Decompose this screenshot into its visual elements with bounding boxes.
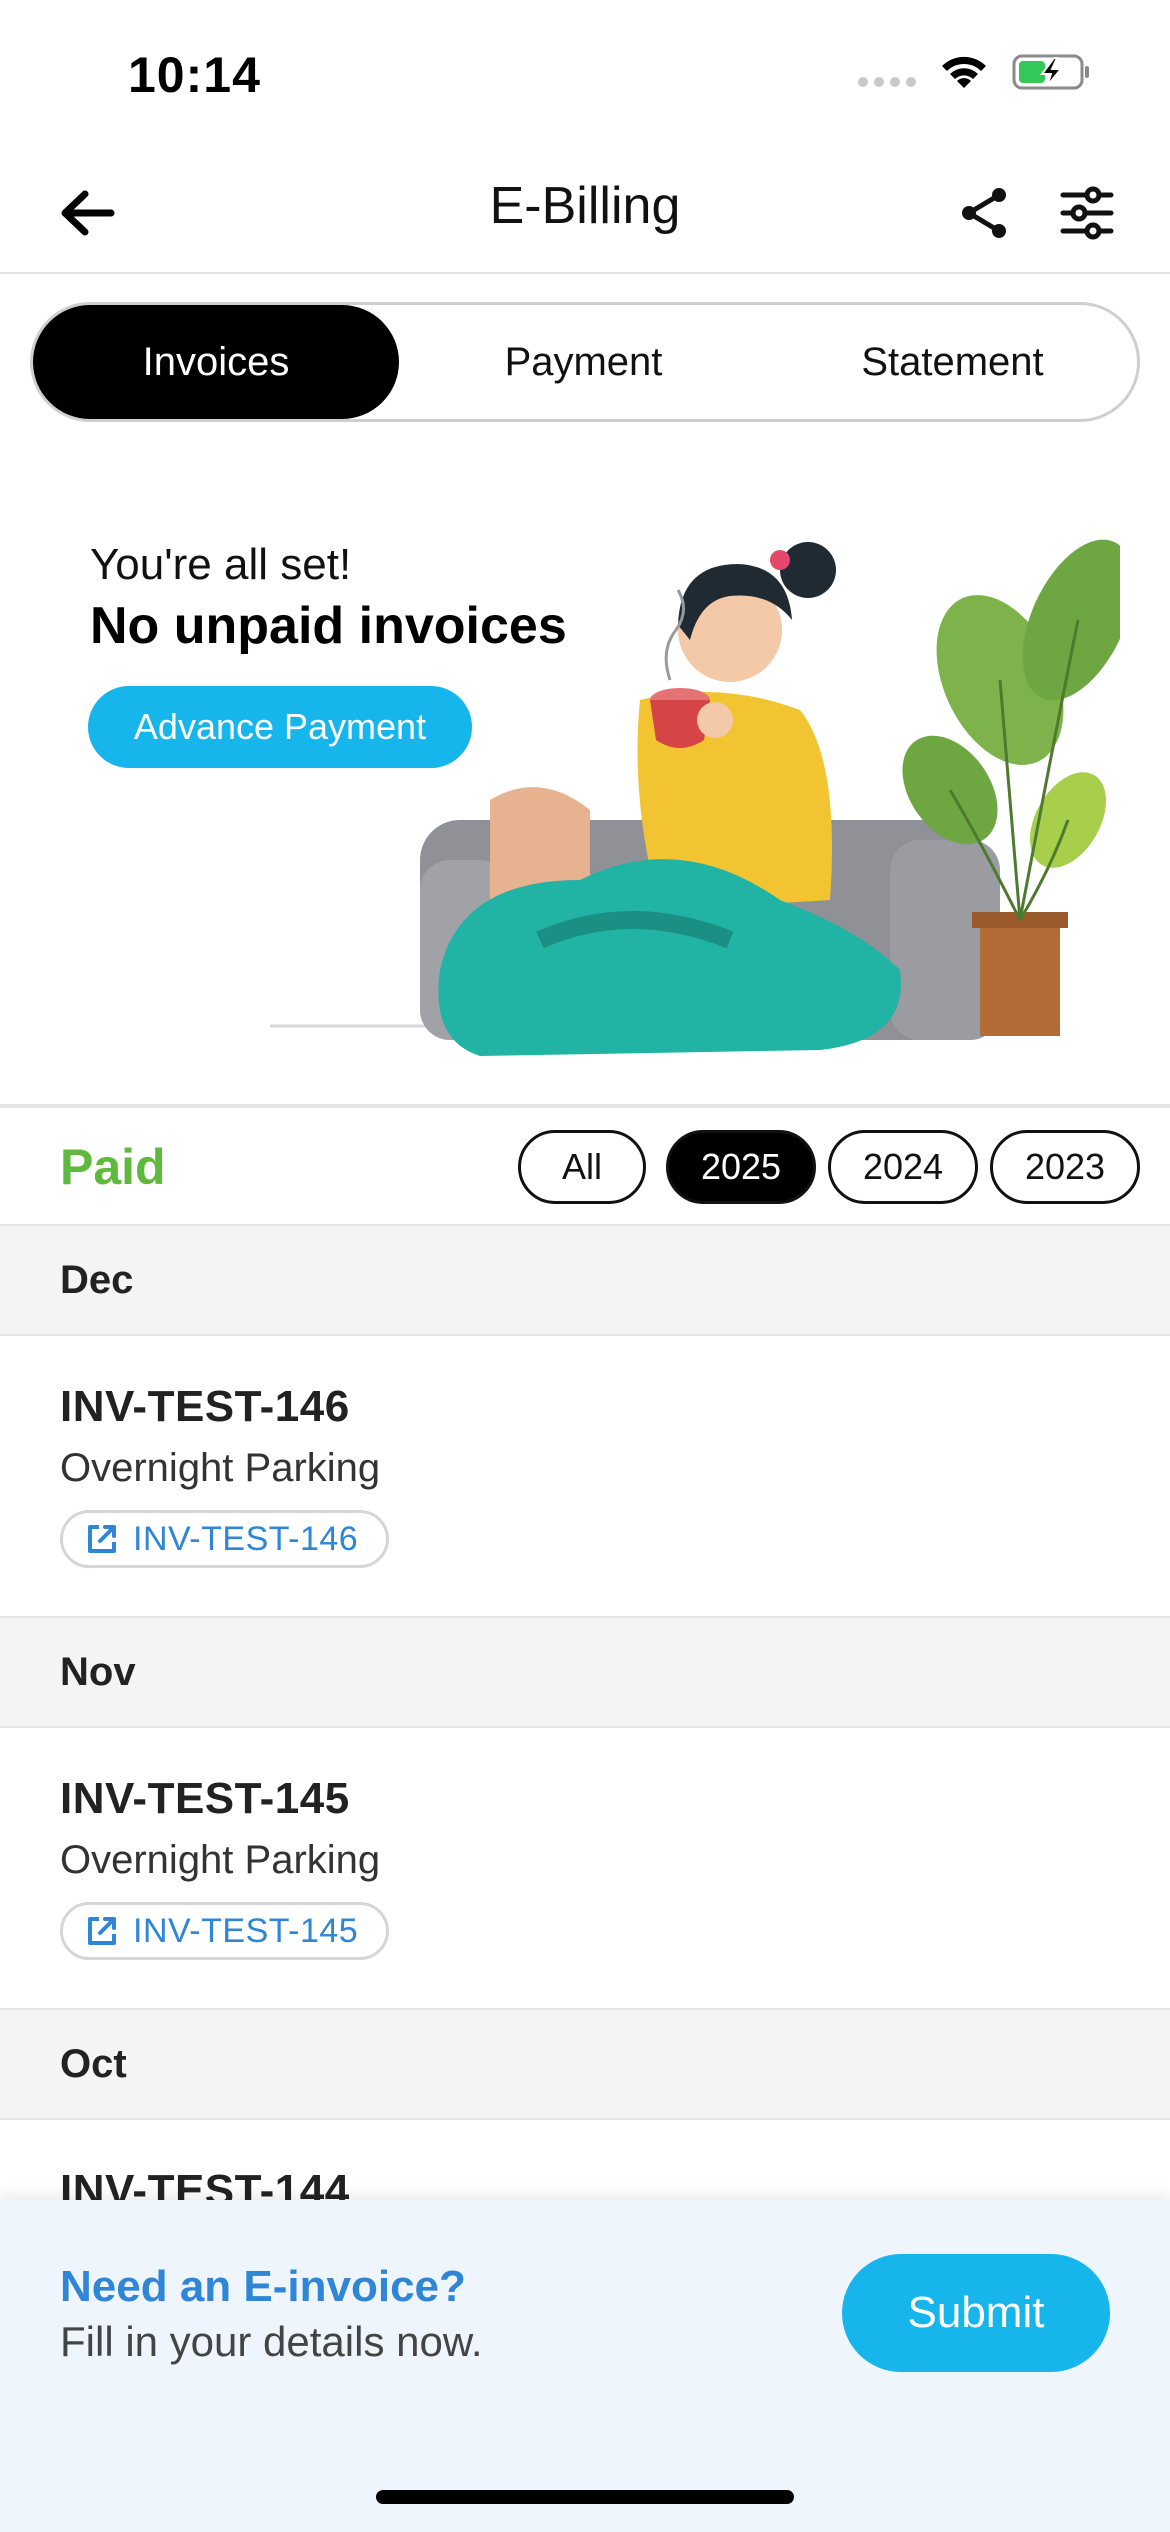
cellular-signal-icon: [858, 77, 916, 87]
paid-label: Paid: [60, 1139, 166, 1195]
external-link-icon: [88, 1525, 116, 1553]
open-invoice-link[interactable]: INV-TEST-145: [60, 1902, 390, 1960]
invoice-description: Overnight Parking: [60, 1838, 381, 1882]
submit-button[interactable]: Submit: [842, 2254, 1110, 2372]
relaxing-woman-illustration: [270, 539, 1120, 1056]
status-bar: 10:14: [0, 0, 1170, 150]
einvoice-title: Need an E-invoice?: [60, 2262, 466, 2311]
filter-settings-button[interactable]: [1050, 176, 1124, 250]
status-time: 10:14: [128, 47, 261, 103]
home-indicator: [376, 2490, 794, 2504]
invoice-list-item[interactable]: INV-TEST-146 Overnight Parking INV-TEST-…: [0, 1336, 1170, 1616]
tab-statement[interactable]: Statement: [768, 305, 1137, 419]
open-invoice-link[interactable]: INV-TEST-146: [60, 1510, 390, 1568]
invoice-number: INV-TEST-145: [60, 1774, 350, 1823]
status-icons: [858, 52, 1092, 92]
einvoice-subtitle: Fill in your details now.: [60, 2318, 483, 2365]
external-link-icon: [88, 1917, 116, 1945]
einvoice-request-panel: Need an E-invoice? Fill in your details …: [0, 2200, 1170, 2532]
filter-all-pill[interactable]: All: [518, 1130, 646, 1204]
wifi-icon: [942, 56, 986, 88]
battery-charging-icon: [1012, 54, 1089, 90]
no-unpaid-hero: You're all set! No unpaid invoices Advan…: [0, 440, 1170, 1106]
share-button[interactable]: [948, 176, 1022, 250]
year-filter: All 2025 2024 2023: [518, 1130, 1140, 1204]
month-header: Nov: [0, 1616, 1170, 1728]
month-header: Dec: [0, 1224, 1170, 1336]
tab-invoices[interactable]: Invoices: [33, 305, 399, 419]
filter-2024-pill[interactable]: 2024: [828, 1130, 978, 1204]
invoice-link-label: INV-TEST-146: [133, 1519, 359, 1558]
filter-2025-pill[interactable]: 2025: [666, 1130, 816, 1204]
sliders-icon: [1060, 186, 1114, 240]
top-navigation-bar: E-Billing: [0, 150, 1170, 274]
tab-payment[interactable]: Payment: [399, 305, 768, 419]
invoice-link-label: INV-TEST-145: [133, 1911, 359, 1950]
invoice-number: INV-TEST-146: [60, 1382, 350, 1431]
billing-tabs: Invoices Payment Statement: [30, 302, 1140, 422]
invoice-description: Overnight Parking: [60, 1446, 381, 1490]
invoice-list-item[interactable]: INV-TEST-145 Overnight Parking INV-TEST-…: [0, 1728, 1170, 2008]
paid-section-header: Paid All 2025 2024 2023: [0, 1108, 1170, 1224]
filter-2023-pill[interactable]: 2023: [990, 1130, 1140, 1204]
month-header: Oct: [0, 2008, 1170, 2120]
share-icon: [962, 188, 1006, 238]
